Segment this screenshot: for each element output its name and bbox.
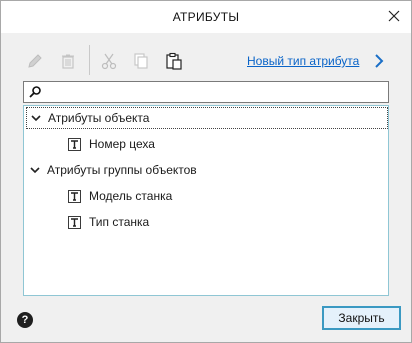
toolbar: Новый тип атрибута bbox=[23, 45, 391, 77]
search-icon bbox=[29, 86, 41, 98]
tree-item-label: Номер цеха bbox=[89, 137, 155, 151]
chevron-down-icon[interactable] bbox=[29, 164, 41, 176]
window-close-button[interactable] bbox=[377, 1, 411, 31]
next-button[interactable] bbox=[369, 50, 389, 72]
tree-group-label: Атрибуты группы объектов bbox=[47, 163, 197, 177]
chevron-right-icon bbox=[375, 54, 384, 68]
close-icon bbox=[388, 10, 400, 22]
paste-icon bbox=[166, 52, 182, 70]
tree-item-workshop-number[interactable]: Номер цеха bbox=[68, 133, 155, 155]
dialog-title: АТРИБУТЫ bbox=[172, 10, 240, 24]
copy-icon bbox=[134, 53, 148, 69]
text-attribute-icon bbox=[68, 189, 81, 203]
tree-item-machine-model[interactable]: Модель станка bbox=[68, 185, 172, 207]
edit-button[interactable] bbox=[23, 49, 47, 73]
copy-button[interactable] bbox=[129, 49, 153, 73]
title-bar: АТРИБУТЫ bbox=[1, 1, 411, 33]
cut-button[interactable] bbox=[97, 49, 121, 73]
new-attribute-type-link[interactable]: Новый тип атрибута bbox=[247, 54, 359, 68]
tree-group-object-attributes[interactable]: Атрибуты объекта bbox=[26, 107, 388, 129]
search-box[interactable] bbox=[23, 81, 389, 103]
text-attribute-icon bbox=[68, 215, 81, 229]
text-attribute-icon bbox=[68, 137, 81, 151]
tree-item-machine-type[interactable]: Тип станка bbox=[68, 211, 149, 233]
attribute-tree: Атрибуты объекта Номер цеха Атрибуты гру… bbox=[23, 105, 389, 296]
chevron-down-icon[interactable] bbox=[30, 112, 42, 124]
help-icon[interactable]: ? bbox=[17, 312, 33, 328]
delete-button[interactable] bbox=[56, 49, 80, 73]
toolbar-separator bbox=[89, 45, 90, 75]
edit-icon bbox=[28, 54, 42, 68]
tree-item-label: Модель станка bbox=[89, 189, 173, 203]
tree-group-label: Атрибуты объекта bbox=[48, 111, 150, 125]
paste-button[interactable] bbox=[162, 49, 186, 73]
cut-icon bbox=[101, 53, 117, 70]
search-input[interactable] bbox=[44, 83, 384, 101]
tree-item-label: Тип станка bbox=[89, 215, 150, 229]
tree-group-object-group-attributes[interactable]: Атрибуты группы объектов bbox=[26, 159, 197, 181]
attributes-dialog: АТРИБУТЫ Новый тип атрибута Атрибуты объ… bbox=[0, 0, 412, 343]
delete-icon bbox=[62, 54, 74, 69]
close-button[interactable]: Закрыть bbox=[322, 306, 401, 330]
